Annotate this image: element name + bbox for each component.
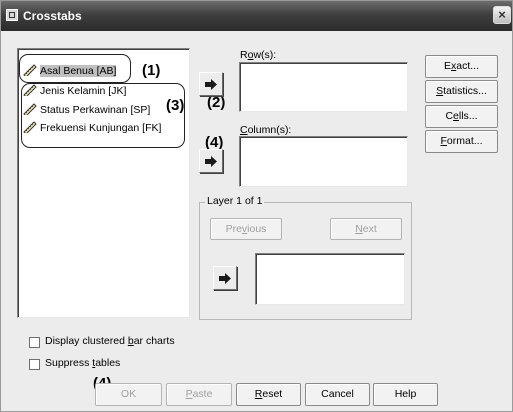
reset-button[interactable]: Reset	[236, 383, 301, 406]
layer-list[interactable]	[255, 253, 405, 305]
cells-button[interactable]: Cells...	[425, 105, 498, 128]
annotation-oval-1	[19, 54, 131, 83]
help-button[interactable]: Help	[373, 383, 438, 406]
right-arrow-icon	[205, 156, 217, 167]
columns-label: Column(s):	[240, 124, 292, 136]
crosstabs-dialog: Crosstabs × Asal Benua [AB] Jenis Kelami…	[0, 0, 513, 412]
cancel-button[interactable]: Cancel	[305, 383, 370, 406]
move-to-columns-button[interactable]	[199, 149, 223, 173]
next-layer-button[interactable]: Next	[330, 218, 402, 240]
window-title: Crosstabs	[23, 9, 82, 23]
previous-layer-button[interactable]: Previous	[210, 218, 282, 240]
annotation-3: (3)	[166, 97, 185, 114]
layer-legend: Layer 1 of 1	[205, 195, 265, 207]
annotation-oval-3	[21, 83, 185, 148]
statistics-button[interactable]: Statistics...	[425, 80, 498, 103]
suppress-tables-label: Suppress tables	[45, 357, 121, 369]
close-icon[interactable]: ×	[493, 6, 511, 24]
columns-list[interactable]	[239, 136, 408, 187]
annotation-1: (1)	[142, 62, 161, 79]
suppress-tables-checkbox[interactable]	[29, 359, 40, 370]
annotation-2: (2)	[207, 94, 226, 111]
ok-button[interactable]: OK	[95, 383, 162, 406]
exact-button[interactable]: Exact...	[425, 55, 498, 78]
format-button[interactable]: Format...	[425, 130, 498, 153]
title-bar[interactable]: Crosstabs ×	[1, 1, 512, 31]
layer-group: Layer 1 of 1 Previous Next	[199, 195, 412, 320]
spss-app-icon	[6, 9, 18, 21]
move-to-layer-button[interactable]	[213, 266, 237, 290]
rows-list[interactable]	[239, 62, 408, 112]
clustered-bar-charts-label: Display clustered bar charts	[45, 335, 175, 347]
move-to-rows-button[interactable]	[199, 72, 223, 96]
clustered-bar-charts-checkbox[interactable]	[29, 337, 40, 348]
right-arrow-icon	[219, 273, 231, 284]
paste-button[interactable]: Paste	[166, 383, 232, 406]
right-arrow-icon	[205, 79, 217, 90]
rows-label: Row(s):	[240, 49, 277, 61]
